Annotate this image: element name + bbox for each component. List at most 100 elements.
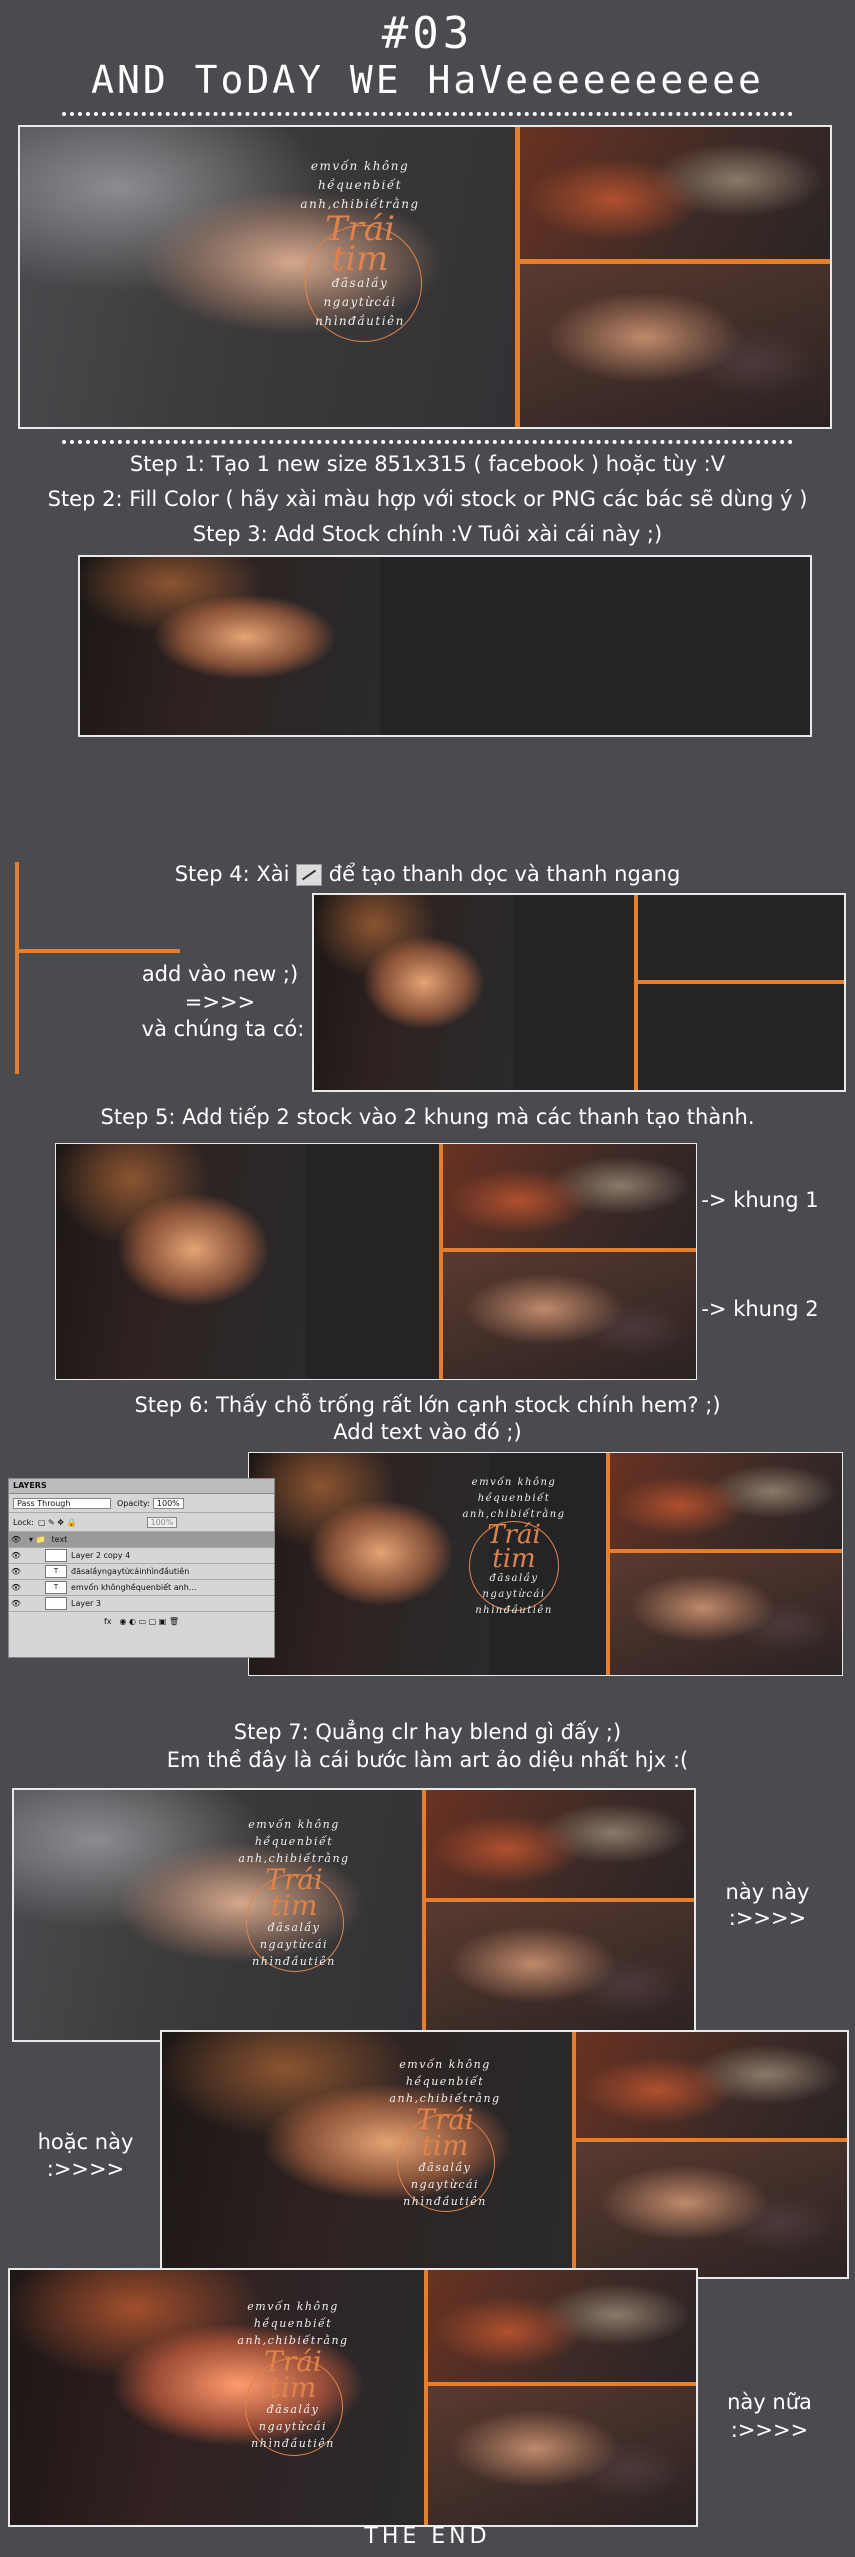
stock-frame-1	[576, 2032, 847, 2138]
step6b-text: Add text vào đó ;)	[333, 1420, 522, 1444]
text-big: tim	[492, 1544, 536, 1574]
step3-canvas	[78, 555, 812, 737]
layers-tab[interactable]: LAYERS	[9, 1479, 274, 1494]
layer-thumbnail	[45, 1549, 67, 1562]
layer-row[interactable]: 👁 T đãsalầyngaytừcáinhìnđầutiên	[9, 1564, 274, 1580]
text-line: ngaytừcái	[259, 1938, 329, 1951]
banner-text: emvốn không hềquenbiết anh,chibiếtrằng T…	[365, 2056, 525, 2210]
layer-name: đãsalầyngaytừcáinhìnđầutiên	[71, 1567, 190, 1576]
layer-name: text	[51, 1535, 68, 1544]
text-line: emvốn không	[399, 2058, 491, 2071]
divider-mid	[62, 440, 793, 444]
result-banner-2: emvốn không hềquenbiết anh,chibiếtrằng T…	[160, 2030, 849, 2279]
lock-label: Lock:	[13, 1517, 34, 1527]
layer-name: emvốn khônghềquenbiết anh...	[71, 1583, 197, 1592]
text-line: ngaytừcái	[410, 2178, 480, 2191]
text-line: emvốn không	[310, 159, 410, 173]
main-stock-photo	[80, 557, 380, 735]
text-layer-icon: T	[45, 1581, 67, 1594]
sample-vertical-bar	[15, 862, 19, 1074]
stock-frame-1	[426, 1790, 694, 1898]
step4-pre: Step 4: Xài	[174, 862, 290, 886]
step4-text: Step 4: Xài để tạo thanh dọc và thanh ng…	[0, 862, 855, 886]
text-line: emvốn không	[248, 1818, 340, 1831]
main-stock-photo	[56, 1144, 306, 1379]
eye-icon[interactable]: 👁	[9, 1567, 23, 1576]
divider-top	[62, 112, 793, 116]
stock-frame-1	[443, 1144, 696, 1248]
layer-actions-icons[interactable]: ◉ ◐ ▭ ▢ ▣ 🗑	[120, 1617, 180, 1626]
layer-name: Layer 2 copy 4	[71, 1551, 131, 1560]
text-line: nhìnđầutiên	[252, 1955, 336, 1968]
step7b-text: Em thề đây là cái bước làm art ảo diệu n…	[166, 1748, 689, 1772]
banner-text: emvốn không hềquenbiết anh,chibiếtrằng T…	[213, 2298, 373, 2452]
step4-post: để tạo thanh dọc và thanh ngang	[328, 862, 681, 886]
eye-icon[interactable]: 👁	[9, 1599, 23, 1608]
text-line: nhìnđầutiên	[251, 2437, 335, 2450]
sample-horizontal-bar	[15, 949, 180, 953]
text-line: hềquenbiết	[405, 2075, 485, 2088]
layer-name: Layer 3	[71, 1599, 101, 1608]
layer-row[interactable]: 👁 Layer 3	[9, 1596, 274, 1612]
stock-frame-2	[520, 264, 830, 427]
text-big: tim	[421, 2129, 469, 2162]
text-line: hềquenbiết	[254, 1835, 334, 1848]
result3-label-b: :>>>>	[730, 2418, 809, 2442]
opacity-field[interactable]: 100%	[152, 1497, 184, 1509]
stock-frame-1	[610, 1453, 842, 1549]
text-line: đãsalầy	[266, 2403, 320, 2416]
text-line: đãsalầy	[331, 276, 389, 290]
eye-icon[interactable]: 👁	[9, 1535, 23, 1544]
folder-icon: ▾ 📁	[29, 1535, 46, 1544]
text-big: tim	[270, 1889, 318, 1922]
the-end: THE END	[364, 2524, 491, 2549]
text-line: hềquenbiết	[317, 178, 403, 192]
banner-text: emvốn không hềquenbiết anh,chibiếtrằng T…	[275, 157, 445, 331]
stock-frame-1	[428, 2270, 696, 2382]
layer-row[interactable]: 👁 Layer 2 copy 4	[9, 1548, 274, 1564]
text-line: nhìnđầutiên	[403, 2195, 487, 2208]
khung1-label: -> khung 1	[701, 1188, 819, 1212]
blend-mode-select[interactable]: Pass Through	[13, 1497, 111, 1509]
banner-text: emvốn không hềquenbiết anh,chibiếtrằng T…	[439, 1475, 589, 1619]
step7a-text: Step 7: Quẳng clr hay blend gì đấy ;)	[233, 1720, 622, 1744]
text-line: ngaytừcái	[323, 295, 397, 309]
lock-icons[interactable]: ▢ ✎ ✥ 🔒	[38, 1518, 77, 1527]
opacity-label: Opacity:	[117, 1498, 150, 1508]
step3-text: Step 3: Add Stock chính :V Tuôi xài cái …	[192, 522, 663, 546]
khung2-label: -> khung 2	[701, 1297, 819, 1321]
result-banner-3: emvốn không hềquenbiết anh,chibiếtrằng T…	[8, 2268, 698, 2527]
eye-icon[interactable]: 👁	[9, 1551, 23, 1560]
stock-frame-2	[443, 1252, 696, 1379]
header-number: #03	[381, 8, 474, 59]
text-line: nhìnđầutiên	[315, 314, 405, 328]
text-layer-icon: T	[45, 1565, 67, 1578]
step2-text: Step 2: Fill Color ( hãy xài màu hợp với…	[47, 487, 808, 511]
text-line: nhìnđầutiên	[475, 1605, 553, 1616]
stock-frame-2	[576, 2142, 847, 2277]
vertical-bar	[634, 895, 638, 1090]
text-big: tim	[269, 2371, 317, 2404]
step6a-text: Step 6: Thấy chỗ trống rất lớn cạnh stoc…	[134, 1393, 721, 1417]
text-line: emvốn không	[247, 2300, 339, 2313]
step4-side3: và chúng ta có:	[141, 1017, 305, 1041]
step4-side1: add vào new ;)	[141, 962, 299, 986]
result-banner-1: emvốn không hềquenbiết anh,chibiếtrằng T…	[12, 1788, 696, 2042]
step5-canvas	[55, 1143, 697, 1380]
result1-label-a: này này	[725, 1880, 810, 1904]
result1-label-b: :>>>>	[728, 1906, 807, 1930]
text-line: emvốn không	[471, 1477, 557, 1488]
horizontal-bar	[638, 980, 844, 984]
layer-row[interactable]: 👁 T emvốn khônghềquenbiết anh...	[9, 1580, 274, 1596]
layer-group-row[interactable]: 👁 ▾ 📁 text	[9, 1532, 274, 1548]
stock-frame-1	[520, 127, 830, 259]
fill-field[interactable]: 100%	[146, 1516, 178, 1528]
step4-side2: =>>>	[184, 990, 256, 1014]
text-line: ngaytừcái	[258, 2420, 328, 2433]
eye-icon[interactable]: 👁	[9, 1583, 23, 1592]
layers-panel: LAYERS Pass Through Opacity: 100% Lock: …	[8, 1478, 275, 1658]
main-stock-photo	[314, 895, 514, 1090]
result2-label-b: :>>>>	[46, 2157, 125, 2181]
fx-button[interactable]: fx	[104, 1617, 112, 1626]
text-big: tim	[331, 239, 389, 279]
